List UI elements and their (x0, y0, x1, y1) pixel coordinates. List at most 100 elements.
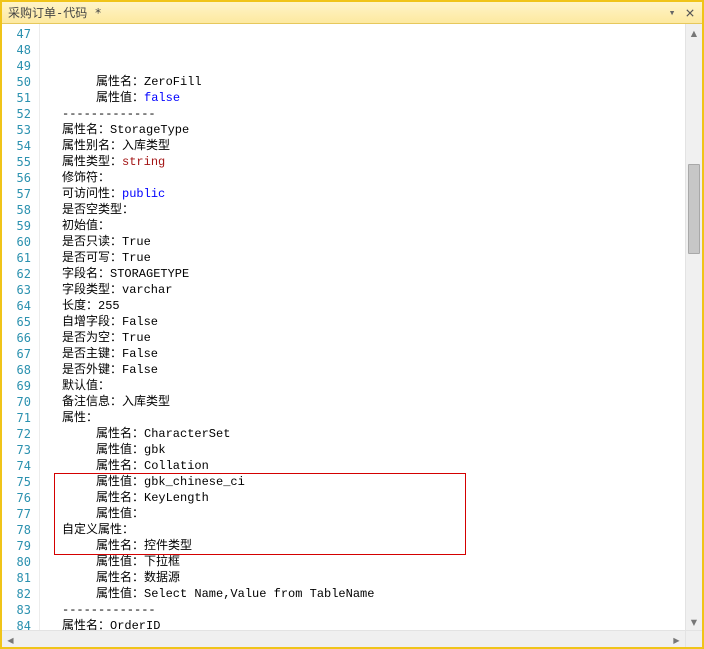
code-line: 属性值：gbk_chinese_ci (44, 474, 685, 490)
line-number: 76 (2, 490, 39, 506)
code-line: 自定义属性： (44, 522, 685, 538)
code-line: 修饰符： (44, 170, 685, 186)
code-token-text: 属性值：gbk_chinese_ci (96, 475, 245, 489)
line-number: 69 (2, 378, 39, 394)
line-number: 60 (2, 234, 39, 250)
line-number: 80 (2, 554, 39, 570)
code-token-text: 属性值：Select Name,Value from TableName (96, 587, 374, 601)
code-line: 是否可写：True (44, 250, 685, 266)
line-number: 51 (2, 90, 39, 106)
line-number: 54 (2, 138, 39, 154)
line-number: 50 (2, 74, 39, 90)
code-line: 备注信息：入库类型 (44, 394, 685, 410)
code-line: 属性名：控件类型 (44, 538, 685, 554)
line-number: 53 (2, 122, 39, 138)
code-token-text: 备注信息：入库类型 (62, 395, 170, 409)
code-token-text: 是否空类型： (62, 203, 134, 217)
line-number: 72 (2, 426, 39, 442)
line-number: 68 (2, 362, 39, 378)
code-line: 字段名：STORAGETYPE (44, 266, 685, 282)
code-line: 属性： (44, 410, 685, 426)
scrollbar-corner (685, 631, 702, 647)
code-token-text: 属性： (62, 411, 98, 425)
code-line: 属性名：数据源 (44, 570, 685, 586)
line-number: 82 (2, 586, 39, 602)
code-line: 属性名：StorageType (44, 122, 685, 138)
close-icon (686, 9, 694, 17)
code-token-text: ------------- (62, 603, 156, 617)
code-line: 是否只读：True (44, 234, 685, 250)
code-line: 是否空类型： (44, 202, 685, 218)
line-number: 83 (2, 602, 39, 618)
line-number: 58 (2, 202, 39, 218)
code-line: 可访问性：public (44, 186, 685, 202)
line-number: 78 (2, 522, 39, 538)
line-number: 84 (2, 618, 39, 630)
line-number: 52 (2, 106, 39, 122)
line-number: 71 (2, 410, 39, 426)
code-line: 字段类型：varchar (44, 282, 685, 298)
line-number: 63 (2, 282, 39, 298)
line-number: 48 (2, 42, 39, 58)
horizontal-scrollbar[interactable]: ◂ ▸ (2, 630, 702, 647)
scroll-thumb-vertical[interactable] (688, 164, 700, 254)
code-line: 属性值：Select Name,Value from TableName (44, 586, 685, 602)
code-token-text: 属性值：gbk (96, 443, 166, 457)
code-token-text: 属性名：数据源 (96, 571, 180, 585)
code-token-text: 属性值： (96, 507, 144, 521)
titlebar: 采购订单-代码 * ▾ (2, 2, 702, 24)
code-token-text: 自增字段：False (62, 315, 158, 329)
code-token-text: 属性名：ZeroFill (96, 75, 202, 89)
editor-area: 4748495051525354555657585960616263646566… (2, 24, 702, 630)
close-button[interactable] (682, 6, 698, 20)
editor-window: 采购订单-代码 * ▾ 4748495051525354555657585960… (0, 0, 704, 649)
code-token-text: 属性名：Collation (96, 459, 209, 473)
code-token-text: 是否只读：True (62, 235, 151, 249)
line-number: 62 (2, 266, 39, 282)
code-token-text: 属性别名：入库类型 (62, 139, 170, 153)
scroll-up-arrow[interactable]: ▴ (686, 24, 702, 41)
line-number: 74 (2, 458, 39, 474)
code-token-text: 属性值：下拉框 (96, 555, 180, 569)
code-token-text: 是否为空：True (62, 331, 151, 345)
code-line: 属性值：下拉框 (44, 554, 685, 570)
code-line: 属性值：gbk (44, 442, 685, 458)
code-token-text: 属性值： (96, 91, 144, 105)
code-line: 属性值：false (44, 90, 685, 106)
code-token-text: 可访问性： (62, 187, 122, 201)
line-number: 65 (2, 314, 39, 330)
code-token-keyword: false (144, 91, 180, 105)
line-number: 81 (2, 570, 39, 586)
code-content[interactable]: 属性名：ZeroFill属性值：false-------------属性名：St… (40, 24, 685, 630)
code-token-keyword: string (122, 155, 165, 169)
line-number: 56 (2, 170, 39, 186)
scroll-right-arrow[interactable]: ▸ (668, 631, 685, 647)
code-token-text: 默认值： (62, 379, 110, 393)
line-number: 49 (2, 58, 39, 74)
code-line: 长度：255 (44, 298, 685, 314)
code-line: 默认值： (44, 378, 685, 394)
code-token-text: 属性名：StorageType (62, 123, 189, 137)
code-token-text: 是否外键：False (62, 363, 158, 377)
code-token-text: ------------- (62, 107, 156, 121)
code-line: 是否为空：True (44, 330, 685, 346)
code-line: 自增字段：False (44, 314, 685, 330)
code-line: ------------- (44, 106, 685, 122)
line-number: 75 (2, 474, 39, 490)
line-number: 77 (2, 506, 39, 522)
line-number: 67 (2, 346, 39, 362)
line-number: 55 (2, 154, 39, 170)
code-token-keyword: public (122, 187, 165, 201)
code-token-text: 字段类型：varchar (62, 283, 172, 297)
scroll-down-arrow[interactable]: ▾ (686, 613, 702, 630)
scroll-left-arrow[interactable]: ◂ (2, 631, 19, 647)
line-number: 61 (2, 250, 39, 266)
code-line: 属性别名：入库类型 (44, 138, 685, 154)
vertical-scrollbar[interactable]: ▴ ▾ (685, 24, 702, 630)
window-title: 采购订单-代码 * (8, 4, 662, 21)
code-token-text: 是否主键：False (62, 347, 158, 361)
code-token-text: 初始值： (62, 219, 110, 233)
code-line: 是否主键：False (44, 346, 685, 362)
line-number: 57 (2, 186, 39, 202)
dropdown-button[interactable]: ▾ (664, 6, 680, 20)
